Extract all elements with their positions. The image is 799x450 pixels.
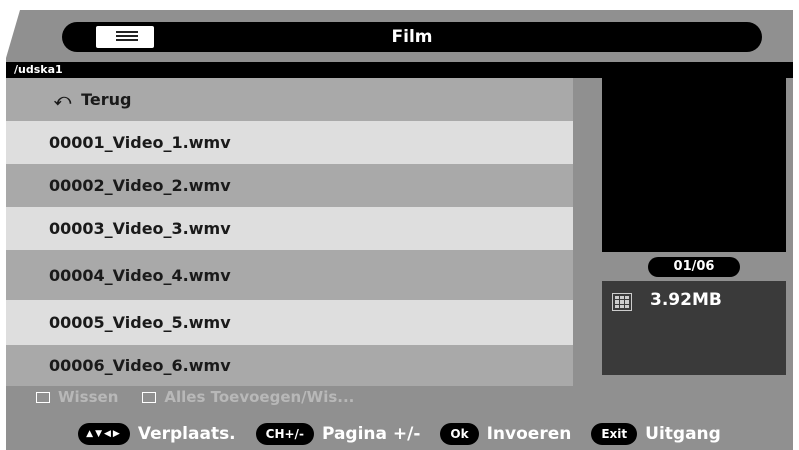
ok-key-icon: Ok [440, 423, 479, 445]
file-name: 00001_Video_1.wmv [49, 133, 231, 152]
move-hint[interactable]: ▲▼◀▶ Verplaats. [78, 423, 236, 445]
list-item[interactable]: 00005_Video_5.wmv [6, 300, 573, 345]
list-item[interactable]: 00002_Video_2.wmv [6, 164, 573, 207]
video-preview [602, 76, 786, 252]
arrow-keys-icon: ▲▼◀▶ [78, 423, 130, 445]
file-list: ⤺ Terug 00001_Video_1.wmv 00002_Video_2.… [6, 78, 573, 386]
file-info-panel: 3.92MB [602, 281, 786, 375]
exit-hint[interactable]: Exit Uitgang [591, 423, 721, 445]
media-browser-screen: Film /udska1 ⤺ Terug 00001_Video_1.wmv 0… [6, 10, 793, 450]
add-remove-all-label: Alles Toevoegen/Wis... [164, 388, 355, 406]
file-name: 00002_Video_2.wmv [49, 176, 231, 195]
title-bar: Film [62, 22, 762, 52]
list-item[interactable]: 00003_Video_3.wmv [6, 207, 573, 250]
exit-key-icon: Exit [591, 423, 638, 445]
key-hint-bar: ▲▼◀▶ Verplaats. CH+/- Pagina +/- Ok Invo… [6, 418, 793, 450]
file-name: 00006_Video_6.wmv [49, 356, 231, 375]
delete-label: Wissen [58, 388, 119, 406]
file-name: 00004_Video_4.wmv [49, 265, 231, 285]
file-name: 00003_Video_3.wmv [49, 219, 231, 238]
ok-hint[interactable]: Ok Invoeren [440, 423, 571, 445]
list-item[interactable]: 00006_Video_6.wmv [6, 345, 573, 386]
list-item[interactable]: 00001_Video_1.wmv [6, 121, 573, 164]
exit-label: Uitgang [645, 424, 721, 444]
ok-label: Invoeren [486, 424, 572, 444]
file-size: 3.92MB [650, 290, 722, 310]
delete-checkbox[interactable] [36, 391, 50, 403]
page-label: Pagina +/- [321, 424, 421, 444]
page-hint[interactable]: CH+/- Pagina +/- [255, 423, 421, 445]
delete-option[interactable]: Wissen [36, 388, 118, 406]
list-item[interactable]: 00004_Video_4.wmv [6, 250, 573, 300]
add-remove-all-checkbox[interactable] [142, 391, 157, 403]
video-file-icon [612, 293, 632, 311]
back-item[interactable]: ⤺ Terug [6, 78, 573, 121]
return-arrow-icon: ⤺ [54, 89, 72, 109]
page-title: Film [391, 27, 433, 47]
file-name: 00005_Video_5.wmv [49, 313, 231, 332]
channel-key-icon: CH+/- [255, 423, 314, 445]
options-bar: Wissen Alles Toevoegen/Wis... [36, 388, 378, 406]
move-label: Verplaats. [137, 424, 236, 444]
page-indicator: 01/06 [648, 257, 740, 277]
back-label: Terug [81, 90, 132, 109]
screen-corner [6, 10, 20, 58]
add-remove-all-option[interactable]: Alles Toevoegen/Wis... [142, 388, 354, 406]
